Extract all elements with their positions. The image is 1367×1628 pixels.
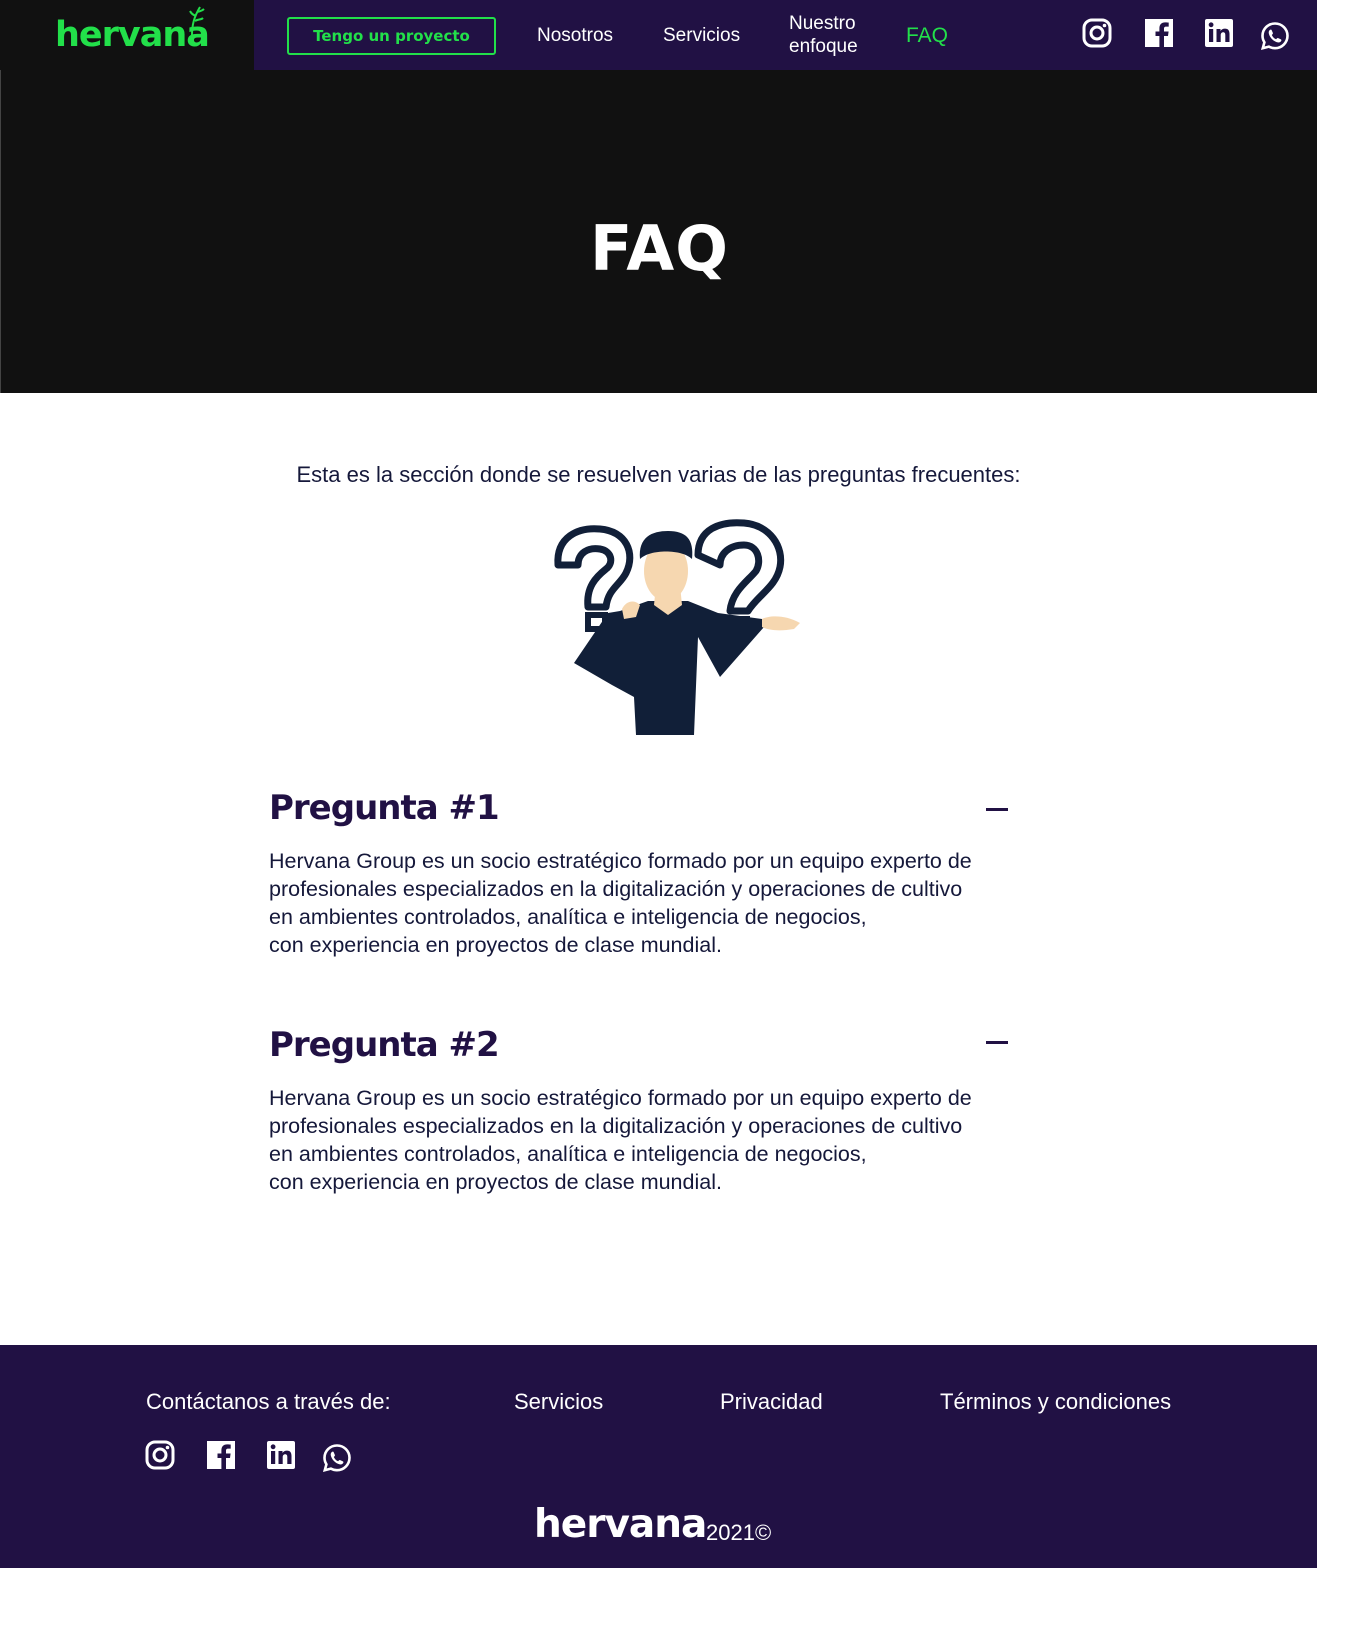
logo-container: hervana [0,0,254,70]
minus-icon[interactable] [986,1041,1008,1044]
confused-person-illustration [554,519,800,735]
linkedin-icon[interactable] [1204,18,1234,48]
site-header: hervana Tengo un proyecto Nosotros Servi… [0,0,1317,70]
nav-faq[interactable]: FAQ [906,24,948,47]
whatsapp-icon[interactable] [322,1443,352,1473]
project-cta-button[interactable]: Tengo un proyecto [287,17,496,55]
faq-item-1: Pregunta #1 Hervana Group es un socio es… [269,788,1019,959]
footer-copyright: 2021© [706,1520,772,1545]
sprout-icon [189,6,205,35]
site-footer: Contáctanos a través de: Servicios Priva… [0,1345,1317,1568]
faq-item-2: Pregunta #2 Hervana Group es un socio es… [269,1025,1019,1196]
nav-nosotros[interactable]: Nosotros [537,24,613,47]
footer-link-terminos[interactable]: Términos y condiciones [940,1389,1171,1415]
whatsapp-icon[interactable] [1260,21,1290,51]
footer-link-servicios[interactable]: Servicios [514,1389,603,1415]
footer-contact-label: Contáctanos a través de: [146,1389,391,1414]
nav-servicios[interactable]: Servicios [663,24,740,47]
hero-banner: FAQ [0,70,1317,393]
facebook-icon[interactable] [206,1440,236,1470]
faq-question-1[interactable]: Pregunta #1 [269,788,1019,828]
linkedin-icon[interactable] [266,1440,296,1470]
facebook-icon[interactable] [1144,18,1174,48]
instagram-icon[interactable] [145,1440,175,1470]
footer-link-privacidad[interactable]: Privacidad [720,1389,823,1415]
faq-intro-text: Esta es la sección donde se resuelven va… [296,462,1021,487]
faq-answer-2: Hervana Group es un socio estratégico fo… [269,1086,972,1194]
faq-question-2[interactable]: Pregunta #2 [269,1025,1019,1065]
faq-answer-1: Hervana Group es un socio estratégico fo… [269,849,972,957]
footer-logo: hervana [534,1502,707,1547]
page-title: FAQ [590,212,729,285]
nav-nuestro-enfoque[interactable]: Nuestro enfoque [789,12,879,58]
minus-icon[interactable] [986,808,1008,811]
instagram-icon[interactable] [1082,18,1112,48]
